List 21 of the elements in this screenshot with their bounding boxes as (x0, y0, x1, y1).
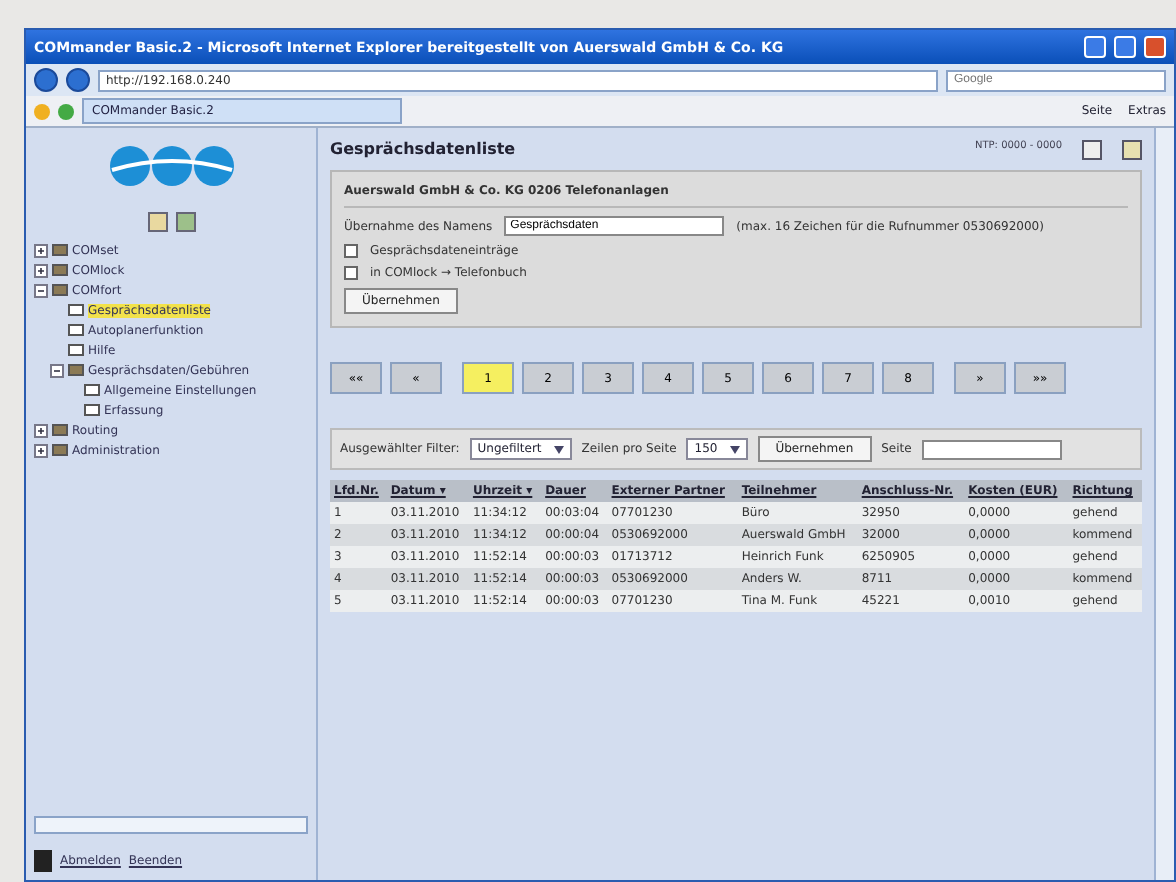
expand-icon[interactable] (34, 243, 48, 257)
maximize-button[interactable] (1114, 36, 1136, 58)
caret-icon (729, 445, 740, 453)
forward-button[interactable] (66, 68, 90, 92)
folder-icon (68, 364, 84, 376)
horizontal-scrollbar[interactable] (34, 816, 308, 834)
expand-icon[interactable] (34, 443, 48, 457)
checkbox[interactable] (344, 244, 358, 258)
page-heading: Gesprächsdatenliste (330, 140, 518, 158)
logo-icon (107, 144, 235, 188)
page-field[interactable] (921, 439, 1062, 459)
expand-icon[interactable] (34, 263, 48, 277)
minimize-button[interactable] (1084, 36, 1106, 58)
vertical-scrollbar[interactable] (1154, 128, 1174, 880)
caret-icon (553, 445, 564, 453)
back-button[interactable] (34, 68, 58, 92)
close-button[interactable] (1144, 36, 1166, 58)
collapse-icon[interactable] (50, 363, 64, 377)
checkbox[interactable] (344, 266, 358, 280)
collapse-icon[interactable] (34, 283, 48, 297)
expand-icon[interactable] (34, 423, 48, 437)
